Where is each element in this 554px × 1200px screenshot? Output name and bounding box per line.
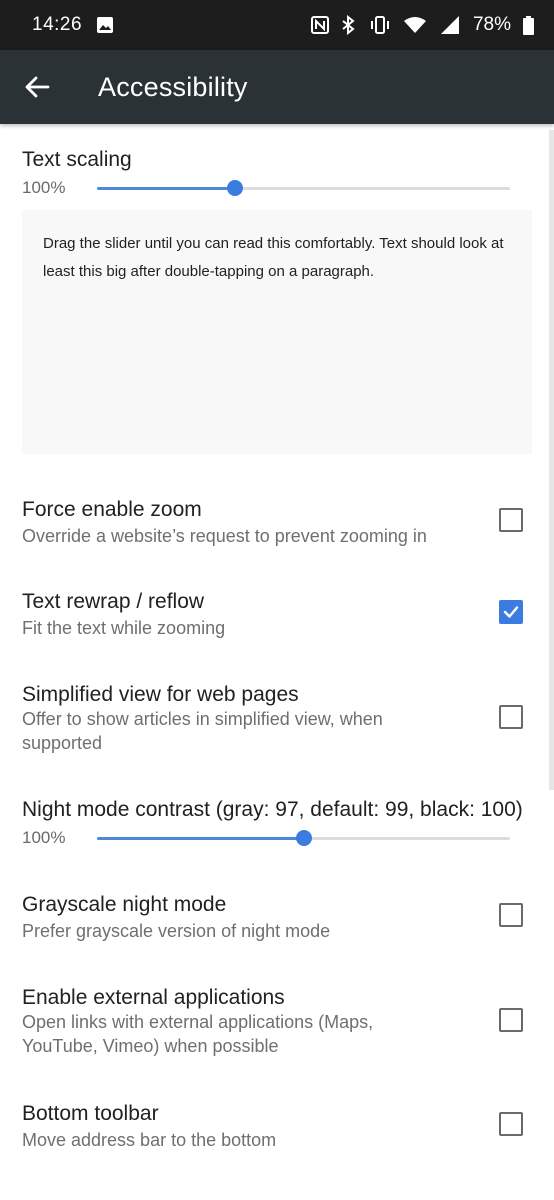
night-mode-contrast-setting: Night mode contrast (gray: 97, default: … (22, 798, 532, 851)
image-icon (96, 16, 114, 34)
arrow-left-icon (25, 76, 50, 98)
pref-title: Force enable zoom (22, 498, 202, 521)
pref-summary: Move address bar to the bottom (22, 1130, 277, 1150)
text-rewrap-row[interactable]: Text rewrap / reflow Fit the text while … (0, 576, 554, 656)
bottom-toolbar-row[interactable]: Bottom toolbar Move address bar to the b… (0, 1088, 554, 1168)
grayscale-night-mode-checkbox[interactable] (499, 903, 523, 927)
night-mode-slider-thumb[interactable] (295, 830, 312, 846)
pref-summary: Open links with external applications (M… (22, 1012, 374, 1056)
simplified-view-row[interactable]: Simplified view for web pages Offer to s… (0, 669, 554, 769)
text-scaling-slider-row: 100% (22, 175, 532, 201)
text-scaling-title: Text scaling (22, 148, 132, 171)
simplified-view-checkbox[interactable] (499, 705, 523, 729)
force-enable-zoom-row[interactable]: Force enable zoom Override a website’s r… (0, 484, 554, 564)
text-scaling-preview: Drag the slider until you can read this … (22, 210, 532, 454)
pref-summary: Prefer grayscale version of night mode (22, 921, 331, 941)
bottom-toolbar-checkbox[interactable] (499, 1112, 523, 1136)
wifi-icon (403, 16, 427, 34)
text-scaling-slider-fill (97, 187, 235, 190)
force-enable-zoom-checkbox[interactable] (499, 508, 523, 532)
text-scaling-slider[interactable] (97, 180, 510, 196)
status-time: 14:26 (32, 14, 83, 35)
scrollbar[interactable] (549, 130, 554, 790)
status-bar: 14:26 78% (0, 0, 554, 50)
pref-summary: Override a website’s request to prevent … (22, 526, 427, 546)
pref-title: Bottom toolbar (22, 1102, 159, 1125)
external-applications-row[interactable]: Enable external applications Open links … (0, 972, 554, 1072)
signal-icon (439, 15, 461, 35)
battery-text: 78% (472, 14, 511, 35)
external-applications-checkbox[interactable] (499, 1008, 523, 1032)
battery-icon (523, 15, 534, 35)
bluetooth-icon (341, 15, 357, 35)
text-rewrap-checkbox[interactable] (499, 600, 523, 624)
pref-summary: Fit the text while zooming (22, 618, 226, 638)
back-button[interactable] (0, 50, 74, 124)
app-bar: Accessibility (0, 50, 554, 124)
night-mode-contrast-value: 100% (22, 828, 66, 847)
text-scaling-slider-thumb[interactable] (226, 180, 243, 196)
pref-summary: Offer to show articles in simplified vie… (22, 709, 383, 753)
text-scaling-value: 100% (22, 178, 66, 197)
night-mode-slider-fill (97, 837, 304, 840)
text-scaling-setting: Text scaling 100% (22, 148, 532, 201)
checkmark-icon (503, 606, 519, 618)
night-mode-contrast-title: Night mode contrast (gray: 97, default: … (22, 798, 523, 821)
vibrate-icon (369, 15, 391, 35)
grayscale-night-mode-row[interactable]: Grayscale night mode Prefer grayscale ve… (0, 879, 554, 959)
page-title: Accessibility (98, 71, 248, 102)
night-mode-contrast-slider[interactable] (97, 830, 510, 846)
night-mode-slider-row: 100% (22, 825, 532, 851)
pref-title: Simplified view for web pages (22, 683, 299, 706)
pref-title: Grayscale night mode (22, 893, 227, 916)
pref-title: Text rewrap / reflow (22, 590, 205, 613)
pref-title: Enable external applications (22, 986, 285, 1009)
nfc-icon (310, 16, 329, 34)
